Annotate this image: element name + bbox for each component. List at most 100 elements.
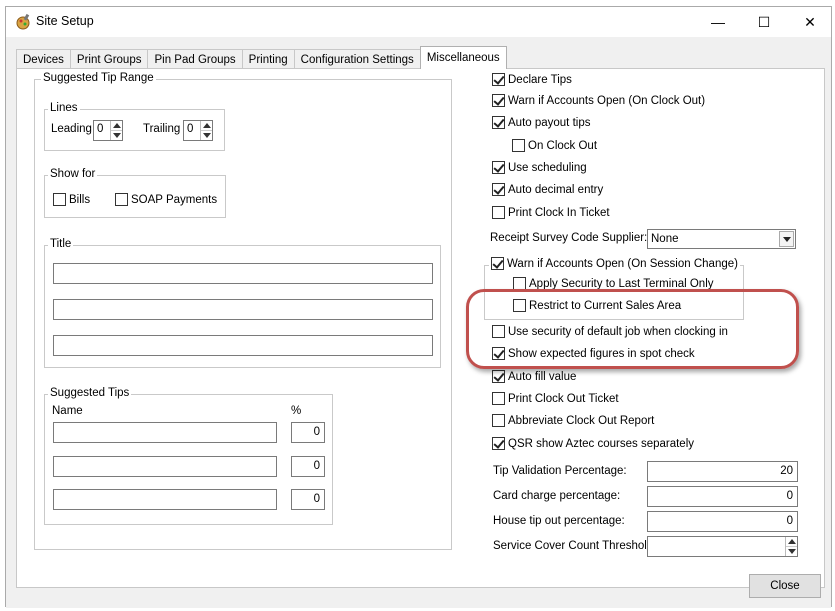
- lines-legend: Lines: [48, 102, 80, 114]
- on-clock-out-checkbox[interactable]: On Clock Out: [512, 139, 597, 152]
- print-clock-out-ticket-checkbox-box[interactable]: [492, 392, 505, 405]
- trailing-spin-buttons[interactable]: [200, 121, 212, 140]
- tip-name-input-2[interactable]: [53, 456, 277, 477]
- miscellaneous-panel: Suggested Tip Range Lines Leading 0 Trai…: [16, 68, 825, 588]
- auto-payout-tips-checkbox-box[interactable]: [492, 116, 505, 129]
- minimize-button[interactable]: —: [695, 7, 741, 37]
- tab-pin-pad-groups[interactable]: Pin Pad Groups: [147, 49, 243, 69]
- abbreviate-clock-out-label: Abbreviate Clock Out Report: [508, 414, 655, 427]
- tab-print-groups[interactable]: Print Groups: [69, 49, 149, 69]
- service-cover-spin-buttons[interactable]: [785, 537, 797, 556]
- suggested-tip-range-legend: Suggested Tip Range: [41, 72, 156, 84]
- suggested-tip-range-group: Suggested Tip Range Lines Leading 0 Trai…: [34, 72, 452, 550]
- print-clock-in-ticket-checkbox[interactable]: Print Clock In Ticket: [492, 206, 610, 219]
- receipt-survey-dropdown[interactable]: None: [647, 229, 796, 249]
- title-line-2-input[interactable]: [53, 299, 433, 320]
- use-scheduling-checkbox-box[interactable]: [492, 161, 505, 174]
- auto-decimal-entry-checkbox-box[interactable]: [492, 183, 505, 196]
- service-cover-spinner[interactable]: [647, 536, 798, 557]
- maximize-button[interactable]: ☐: [741, 7, 787, 37]
- abbreviate-clock-out-checkbox-box[interactable]: [492, 414, 505, 427]
- card-charge-input[interactable]: 0: [647, 486, 798, 507]
- auto-payout-tips-checkbox[interactable]: Auto payout tips: [492, 116, 590, 129]
- spin-up-icon: [788, 539, 796, 544]
- show-for-group: Show for Bills SOAP Payments: [44, 168, 226, 218]
- receipt-survey-label: Receipt Survey Code Supplier:: [490, 232, 648, 244]
- title-group: Title: [44, 238, 441, 368]
- default-job-security-checkbox-box[interactable]: [492, 325, 505, 338]
- warn-accounts-clock-out-checkbox[interactable]: Warn if Accounts Open (On Clock Out): [492, 94, 705, 107]
- on-clock-out-label: On Clock Out: [528, 139, 598, 152]
- use-scheduling-label: Use scheduling: [508, 161, 587, 174]
- trailing-spinner[interactable]: 0: [183, 120, 213, 141]
- default-job-security-label: Use security of default job when clockin…: [508, 325, 728, 338]
- house-tip-out-label: House tip out percentage:: [493, 515, 625, 527]
- print-clock-out-ticket-checkbox[interactable]: Print Clock Out Ticket: [492, 392, 619, 405]
- warn-accounts-session-checkbox[interactable]: Warn if Accounts Open (On Session Change…: [489, 257, 740, 270]
- on-clock-out-checkbox-box[interactable]: [512, 139, 525, 152]
- auto-fill-value-checkbox-box[interactable]: [492, 370, 505, 383]
- tip-percent-input-2[interactable]: 0: [291, 456, 325, 477]
- print-clock-in-ticket-checkbox-box[interactable]: [492, 206, 505, 219]
- close-button[interactable]: Close: [749, 574, 821, 598]
- restrict-sales-area-label: Restrict to Current Sales Area: [529, 299, 682, 312]
- declare-tips-checkbox-box[interactable]: [492, 73, 505, 86]
- qsr-aztec-courses-checkbox-box[interactable]: [492, 437, 505, 450]
- declare-tips-label: Declare Tips: [508, 73, 572, 86]
- apply-security-checkbox[interactable]: Apply Security to Last Terminal Only: [513, 277, 714, 290]
- auto-decimal-entry-checkbox[interactable]: Auto decimal entry: [492, 183, 603, 196]
- tab-printing[interactable]: Printing: [241, 49, 295, 69]
- receipt-survey-value: None: [651, 233, 679, 245]
- leading-spinner[interactable]: 0: [93, 120, 123, 141]
- tab-miscellaneous[interactable]: Miscellaneous: [419, 46, 507, 69]
- spin-down-icon: [203, 133, 211, 138]
- tip-name-input-1[interactable]: [53, 422, 277, 443]
- tip-percent-input-3[interactable]: 0: [291, 489, 325, 510]
- trailing-label: Trailing: [143, 123, 181, 135]
- soap-payments-checkbox-box[interactable]: [115, 193, 128, 206]
- default-job-security-checkbox[interactable]: Use security of default job when clockin…: [492, 325, 728, 338]
- percent-column-header: %: [291, 405, 302, 417]
- maximize-icon: ☐: [757, 13, 771, 30]
- qsr-aztec-courses-checkbox[interactable]: QSR show Aztec courses separately: [492, 437, 694, 450]
- close-window-button[interactable]: ✕: [787, 7, 833, 37]
- title-bar: Site Setup — ☐ ✕: [6, 7, 831, 37]
- leading-spin-buttons[interactable]: [110, 121, 122, 140]
- tab-strip: Devices Print Groups Pin Pad Groups Prin…: [16, 46, 507, 69]
- bills-checkbox[interactable]: Bills: [53, 193, 90, 206]
- tab-configuration-settings[interactable]: Configuration Settings: [293, 49, 421, 69]
- warn-accounts-clock-out-checkbox-box[interactable]: [492, 94, 505, 107]
- expected-figures-checkbox[interactable]: Show expected figures in spot check: [492, 347, 695, 360]
- warn-accounts-session-checkbox-box[interactable]: [491, 257, 504, 270]
- tab-devices[interactable]: Devices: [16, 49, 71, 69]
- title-line-1-input[interactable]: [53, 263, 433, 284]
- declare-tips-checkbox[interactable]: Declare Tips: [492, 73, 572, 86]
- soap-payments-label: SOAP Payments: [131, 193, 218, 206]
- soap-payments-checkbox[interactable]: SOAP Payments: [115, 193, 217, 206]
- tip-name-input-3[interactable]: [53, 489, 277, 510]
- tip-validation-input[interactable]: 20: [647, 461, 798, 482]
- tip-percent-input-1[interactable]: 0: [291, 422, 325, 443]
- title-legend: Title: [48, 238, 74, 250]
- bills-checkbox-box[interactable]: [53, 193, 66, 206]
- auto-fill-value-label: Auto fill value: [508, 370, 577, 383]
- chevron-down-icon[interactable]: [779, 231, 794, 247]
- tip-validation-label: Tip Validation Percentage:: [493, 465, 627, 477]
- abbreviate-clock-out-checkbox[interactable]: Abbreviate Clock Out Report: [492, 414, 654, 427]
- auto-fill-value-checkbox[interactable]: Auto fill value: [492, 370, 576, 383]
- leading-label: Leading: [51, 123, 92, 135]
- suggested-tips-legend: Suggested Tips: [48, 387, 132, 399]
- restrict-sales-area-checkbox-box[interactable]: [513, 299, 526, 312]
- apply-security-checkbox-box[interactable]: [513, 277, 526, 290]
- house-tip-out-input[interactable]: 0: [647, 511, 798, 532]
- title-line-3-input[interactable]: [53, 335, 433, 356]
- expected-figures-checkbox-box[interactable]: [492, 347, 505, 360]
- suggested-tips-group: Suggested Tips Name % 0 0 0: [44, 387, 333, 525]
- close-icon: ✕: [804, 13, 816, 30]
- service-cover-label: Service Cover Count Threshold:: [493, 540, 657, 552]
- trailing-value: 0: [187, 123, 194, 135]
- restrict-sales-area-checkbox[interactable]: Restrict to Current Sales Area: [513, 299, 681, 312]
- use-scheduling-checkbox[interactable]: Use scheduling: [492, 161, 587, 174]
- apply-security-label: Apply Security to Last Terminal Only: [529, 277, 714, 290]
- auto-payout-tips-label: Auto payout tips: [508, 116, 591, 129]
